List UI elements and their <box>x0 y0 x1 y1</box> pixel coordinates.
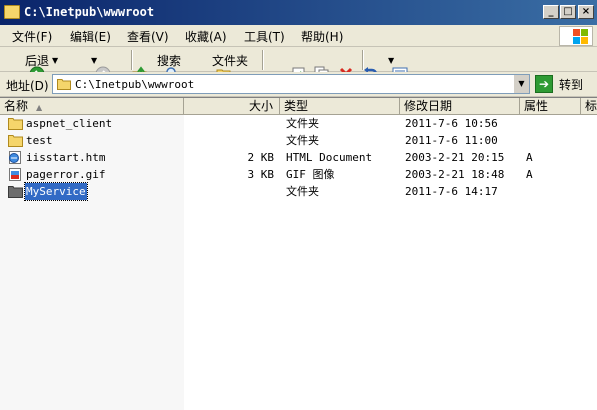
file-date: 2011-7-6 10:56 <box>405 117 498 130</box>
menu-view[interactable]: 查看(V) <box>127 28 169 45</box>
html-file-icon <box>8 151 23 164</box>
list-item[interactable]: aspnet_client 文件夹 2011-7-6 10:56 <box>0 115 597 132</box>
undo-button[interactable] <box>339 51 378 80</box>
file-size <box>184 132 274 149</box>
list-item[interactable]: iisstart.htm 2 KB HTML Document 2003-2-2… <box>0 149 597 166</box>
file-name: pagerror.gif <box>26 168 106 181</box>
column-header-size[interactable]: 大小 <box>184 98 280 115</box>
copy-to-button[interactable] <box>291 51 329 82</box>
file-name: aspnet_client <box>26 117 113 130</box>
column-header-attributes[interactable]: 属性 <box>520 98 581 115</box>
file-type: 文件夹 <box>286 117 319 130</box>
move-to-button[interactable] <box>268 51 305 82</box>
column-header: 名称 ▲ 大小 类型 修改日期 属性 标 <box>0 98 597 115</box>
folder-icon <box>8 117 23 130</box>
address-label: 地址(D) <box>6 79 49 93</box>
forward-icon <box>72 52 111 82</box>
sort-ascending-icon: ▲ <box>36 103 43 112</box>
menu-bar: 文件(F) 编辑(E) 查看(V) 收藏(A) 工具(T) 帮助(H) <box>0 25 597 47</box>
menu-tools[interactable]: 工具(T) <box>244 28 285 45</box>
file-attributes: A <box>526 168 533 181</box>
back-dropdown-icon[interactable]: ▼ <box>52 56 58 65</box>
delete-icon <box>315 52 352 81</box>
up-folder-icon <box>109 52 147 82</box>
title-bar: C:\Inetpub\wwwroot _ □ × <box>0 0 597 25</box>
search-button[interactable]: 搜索 <box>138 51 181 81</box>
address-dropdown-icon[interactable]: ▼ <box>513 75 529 93</box>
folder-icon <box>8 185 23 198</box>
folders-icon <box>193 52 231 81</box>
file-type: HTML Document <box>286 151 373 164</box>
list-item-selected[interactable]: MyService 文件夹 2011-7-6 14:17 <box>0 182 597 201</box>
file-name: test <box>26 134 53 147</box>
toolbar: 后退 ▼ ▼ 搜索 文件夹 ▼ <box>0 48 597 82</box>
window-title: C:\Inetpub\wwwroot <box>24 5 155 19</box>
delete-button[interactable] <box>315 51 352 81</box>
menu-edit[interactable]: 编辑(E) <box>70 28 111 45</box>
toolbar-separator <box>262 50 264 70</box>
folders-button[interactable]: 文件夹 <box>193 51 248 81</box>
column-header-truncated[interactable]: 标 <box>581 98 597 115</box>
go-arrow-icon: ➔ <box>535 75 553 93</box>
list-item[interactable]: test 文件夹 2011-7-6 11:00 <box>0 132 597 149</box>
column-header-type[interactable]: 类型 <box>280 98 400 115</box>
file-date: 2003-2-21 20:15 <box>405 151 505 164</box>
column-header-date[interactable]: 修改日期 <box>400 98 520 115</box>
folder-icon <box>8 134 23 147</box>
file-date: 2003-2-21 18:48 <box>405 168 505 181</box>
file-date: 2011-7-6 11:00 <box>405 134 498 147</box>
views-icon <box>369 52 408 81</box>
address-input[interactable]: C:\Inetpub\wwwroot ▼ <box>52 74 530 94</box>
toolbar-separator <box>131 50 133 70</box>
back-icon <box>6 52 45 82</box>
search-icon <box>138 52 176 81</box>
file-type: 文件夹 <box>286 185 319 198</box>
address-bar: 地址(D) C:\Inetpub\wwwroot ▼ ➔ 转到 <box>0 72 597 97</box>
menu-favorites[interactable]: 收藏(A) <box>185 28 227 45</box>
undo-icon <box>339 52 378 80</box>
minimize-button[interactable]: _ <box>543 5 559 19</box>
menu-file[interactable]: 文件(F) <box>12 28 52 45</box>
file-size: 3 KB <box>247 168 275 181</box>
folder-icon <box>57 78 71 90</box>
up-button[interactable] <box>109 51 147 82</box>
file-attributes: A <box>526 151 533 164</box>
file-size: 2 KB <box>247 151 275 164</box>
go-button[interactable]: ➔ 转到 <box>535 74 583 94</box>
file-name: MyService <box>24 182 88 201</box>
close-button[interactable]: × <box>578 5 594 19</box>
file-type: 文件夹 <box>286 134 319 147</box>
windows-logo-icon <box>559 26 593 46</box>
move-to-icon <box>268 52 305 82</box>
file-type: GIF 图像 <box>286 168 335 181</box>
maximize-button[interactable]: □ <box>560 5 576 19</box>
file-date: 2011-7-6 14:17 <box>405 185 498 198</box>
back-button[interactable]: 后退 ▼ <box>6 51 58 82</box>
file-size <box>184 115 274 132</box>
column-header-name[interactable]: 名称 ▲ <box>0 98 184 115</box>
forward-dropdown-icon[interactable]: ▼ <box>91 56 97 65</box>
list-item[interactable]: pagerror.gif 3 KB GIF 图像 2003-2-21 18:48… <box>0 166 597 183</box>
copy-to-icon <box>291 52 329 82</box>
address-value: C:\Inetpub\wwwroot <box>75 78 195 91</box>
file-size <box>184 183 274 200</box>
gif-file-icon <box>8 168 23 181</box>
views-dropdown-icon[interactable]: ▼ <box>388 56 394 65</box>
go-label: 转到 <box>559 77 584 92</box>
file-list[interactable]: 名称 ▲ 大小 类型 修改日期 属性 标 aspnet_client 文件夹 20… <box>0 97 597 410</box>
file-name: iisstart.htm <box>26 151 106 164</box>
forward-button[interactable]: ▼ <box>72 51 111 82</box>
views-button[interactable]: ▼ <box>369 51 408 81</box>
toolbar-separator <box>362 50 364 70</box>
folder-icon <box>4 5 20 19</box>
menu-help[interactable]: 帮助(H) <box>301 28 343 45</box>
